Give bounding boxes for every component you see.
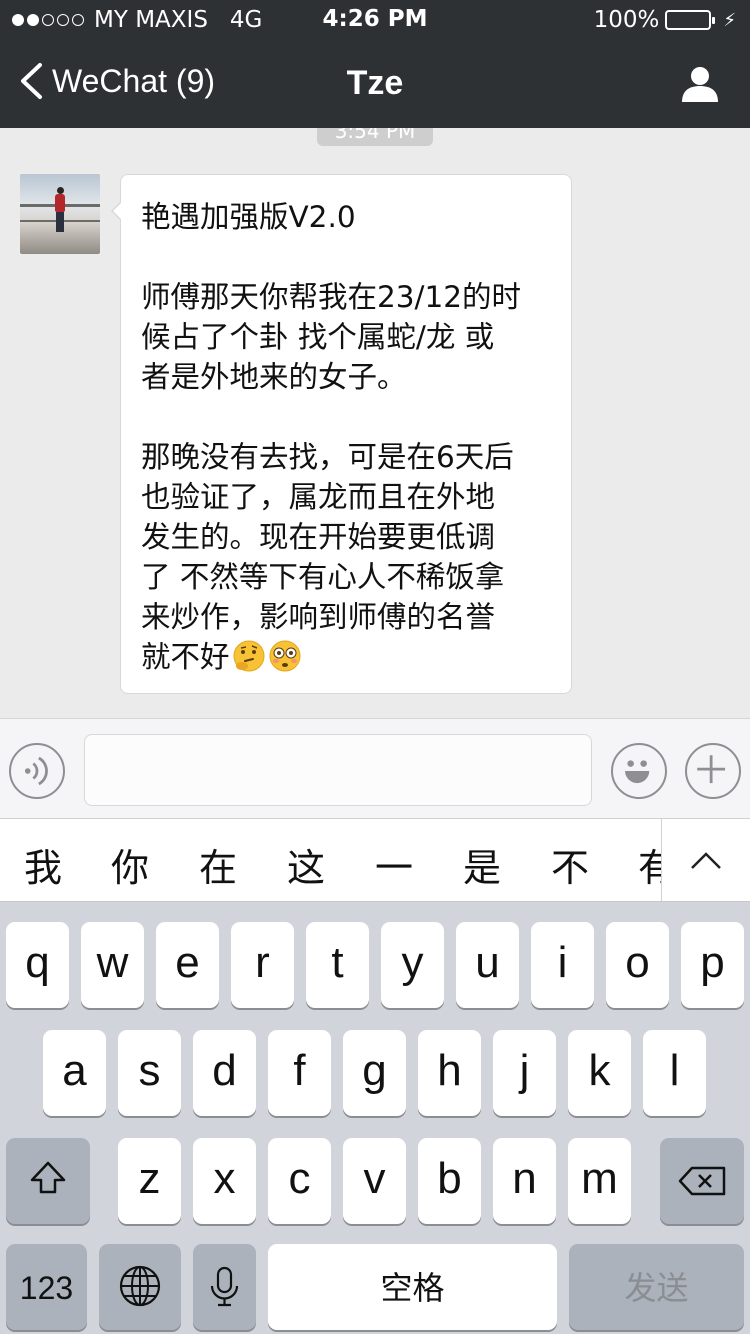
key-n[interactable]: n <box>493 1138 556 1224</box>
numbers-key-label: 123 <box>19 1270 74 1306</box>
key-y[interactable]: y <box>381 922 444 1008</box>
chat-area[interactable]: 3:54 PM 艳遇加强版V2.0 师傅那天你帮我在23/12的时 候占了个卦 … <box>0 128 750 718</box>
key-e[interactable]: e <box>156 922 219 1008</box>
message-line: 那晚没有去找，可是在6天后 <box>141 440 514 474</box>
shift-arrow-icon <box>30 1161 66 1194</box>
key-z[interactable]: z <box>118 1138 181 1224</box>
key-r[interactable]: r <box>231 922 294 1008</box>
message-line: 候占了个卦 找个属蛇/龙 或 <box>141 320 495 354</box>
key-b[interactable]: b <box>418 1138 481 1224</box>
ime-candidate-bar: 我 你 在 这 一 是 不 有 <box>0 818 750 902</box>
voice-input-button[interactable] <box>9 743 65 799</box>
key-p[interactable]: p <box>681 922 744 1008</box>
message-input[interactable] <box>84 734 592 806</box>
key-u[interactable]: u <box>456 922 519 1008</box>
space-key[interactable]: 空格 <box>268 1244 557 1330</box>
message-line: 者是外地来的女子。 <box>141 360 407 394</box>
key-i[interactable]: i <box>531 922 594 1008</box>
message-line: 来炒作，影响到师傅的名誉 <box>141 600 496 634</box>
key-d[interactable]: d <box>193 1030 256 1116</box>
flushed-face-icon <box>269 640 301 672</box>
key-o[interactable]: o <box>606 922 669 1008</box>
message-line: 了 不然等下有心人不稀饭拿 <box>141 560 505 594</box>
shift-key[interactable] <box>6 1138 90 1224</box>
candidate-word[interactable]: 是 <box>463 837 501 892</box>
status-right: 100% ⚡ <box>594 7 736 33</box>
key-s[interactable]: s <box>118 1030 181 1116</box>
key-g[interactable]: g <box>343 1030 406 1116</box>
key-c[interactable]: c <box>268 1138 331 1224</box>
thinking-face-icon <box>233 640 265 672</box>
delete-key[interactable] <box>660 1138 744 1224</box>
candidate-word[interactable]: 我 <box>24 837 62 892</box>
message-line-text: 就不好 <box>141 640 230 674</box>
candidate-word[interactable]: 这 <box>287 837 325 892</box>
battery-percent: 100% <box>593 7 660 33</box>
key-v[interactable]: v <box>343 1138 406 1224</box>
voice-icon <box>24 756 48 786</box>
message-line: 艳遇加强版V2.0 <box>141 200 356 234</box>
message-line <box>141 397 551 437</box>
key-j[interactable]: j <box>493 1030 556 1116</box>
send-key-label: 发送 <box>624 1270 689 1306</box>
numbers-key[interactable]: 123 <box>6 1244 87 1330</box>
smiley-icon <box>625 760 650 784</box>
space-key-label: 空格 <box>380 1270 445 1306</box>
battery-icon <box>665 10 716 30</box>
globe-icon <box>119 1265 161 1307</box>
message-bubble[interactable]: 艳遇加强版V2.0 师傅那天你帮我在23/12的时 候占了个卦 找个属蛇/龙 或… <box>111 174 572 694</box>
message-timestamp: 3:54 PM <box>317 128 433 146</box>
expand-candidates-button[interactable] <box>661 819 750 901</box>
key-k[interactable]: k <box>568 1030 631 1116</box>
message-line: 师傅那天你帮我在23/12的时 <box>141 280 522 314</box>
plus-icon <box>697 755 726 784</box>
key-h[interactable]: h <box>418 1030 481 1116</box>
more-options-button[interactable] <box>685 743 741 799</box>
candidate-word[interactable]: 在 <box>199 837 237 892</box>
contact-profile-icon[interactable] <box>680 64 720 104</box>
chat-title: Tze <box>346 64 404 102</box>
dictation-key[interactable] <box>193 1244 256 1330</box>
key-f[interactable]: f <box>268 1030 331 1116</box>
globe-key[interactable] <box>99 1244 181 1330</box>
backspace-icon <box>678 1166 726 1196</box>
avatar[interactable] <box>20 174 100 254</box>
nav-bar: WeChat (9) Tze <box>0 40 750 128</box>
microphone-icon <box>210 1266 239 1307</box>
key-t[interactable]: t <box>306 922 369 1008</box>
message-line: 发生的。现在开始要更低调 <box>141 520 496 554</box>
key-q[interactable]: q <box>6 922 69 1008</box>
key-a[interactable]: a <box>43 1030 106 1116</box>
input-bar <box>0 718 750 818</box>
key-w[interactable]: w <box>81 922 144 1008</box>
candidate-word[interactable]: 你 <box>111 837 149 892</box>
candidate-word[interactable]: 一 <box>375 837 413 892</box>
emoji-button[interactable] <box>611 743 667 799</box>
key-x[interactable]: x <box>193 1138 256 1224</box>
key-l[interactable]: l <box>643 1030 706 1116</box>
message-line: 也验证了，属龙而且在外地 <box>141 480 496 514</box>
message-line-last: 就不好 <box>141 637 551 677</box>
message-line <box>141 237 551 277</box>
key-m[interactable]: m <box>568 1138 631 1224</box>
candidate-word[interactable]: 不 <box>551 837 589 892</box>
top-bar: MY MAXIS 4G 4:26 PM 100% ⚡ WeChat (9) Tz… <box>0 0 750 128</box>
chevron-up-icon <box>691 852 721 869</box>
send-key[interactable]: 发送 <box>569 1244 744 1330</box>
status-bar: MY MAXIS 4G 4:26 PM 100% ⚡ <box>0 0 750 40</box>
charging-bolt-icon: ⚡ <box>723 9 736 31</box>
keyboard: q w e r t y u i o p a s d f g h j k l z … <box>0 902 750 1334</box>
